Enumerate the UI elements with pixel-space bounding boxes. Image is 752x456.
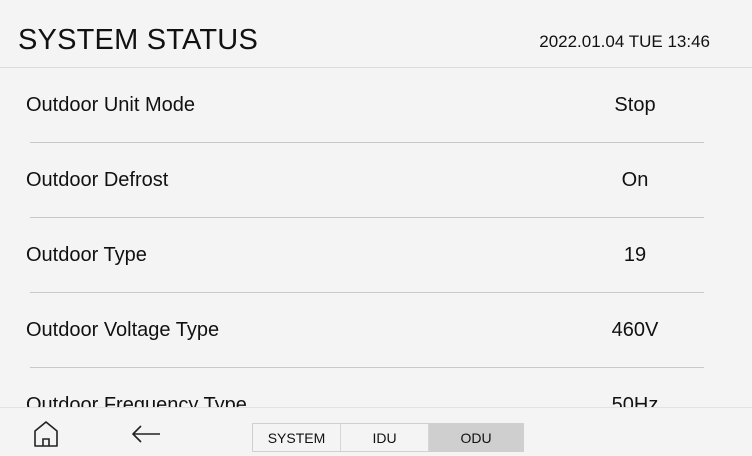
page-title: SYSTEM STATUS <box>18 24 258 56</box>
status-row-outdoor-voltage-type: Outdoor Voltage Type 460V <box>0 293 752 368</box>
status-value: 19 <box>623 244 647 266</box>
status-value: Stop <box>614 94 656 116</box>
status-value: 50Hz <box>611 394 659 407</box>
status-label: Outdoor Frequency Type <box>26 394 247 407</box>
back-button[interactable] <box>130 418 162 450</box>
tab-odu[interactable]: ODU <box>429 424 523 451</box>
status-value: On <box>621 169 649 191</box>
status-label: Outdoor Unit Mode <box>26 94 195 116</box>
home-button[interactable] <box>30 418 62 450</box>
status-value: 460V <box>611 319 659 341</box>
status-label: Outdoor Voltage Type <box>26 319 220 341</box>
status-label: Outdoor Defrost <box>26 169 169 191</box>
back-arrow-icon <box>132 425 160 443</box>
datetime-display: 2022.01.04 TUE 13:46 <box>539 32 710 51</box>
status-row-outdoor-defrost: Outdoor Defrost On <box>0 143 752 218</box>
status-row-outdoor-unit-mode: Outdoor Unit Mode Stop <box>0 68 752 143</box>
header: SYSTEM STATUS 2022.01.04 TUE 13:46 <box>0 0 752 68</box>
status-list[interactable]: Outdoor Unit Mode Stop Outdoor Defrost O… <box>0 68 752 407</box>
home-icon <box>34 421 58 447</box>
status-label: Outdoor Type <box>26 244 147 266</box>
status-row-outdoor-frequency-type: Outdoor Frequency Type 50Hz <box>0 368 752 407</box>
tab-system[interactable]: SYSTEM <box>253 424 341 451</box>
tab-idu[interactable]: IDU <box>341 424 429 451</box>
status-row-outdoor-type: Outdoor Type 19 <box>0 218 752 293</box>
footer-bar: SYSTEM IDU ODU <box>0 407 752 456</box>
tab-group: SYSTEM IDU ODU <box>252 423 524 452</box>
